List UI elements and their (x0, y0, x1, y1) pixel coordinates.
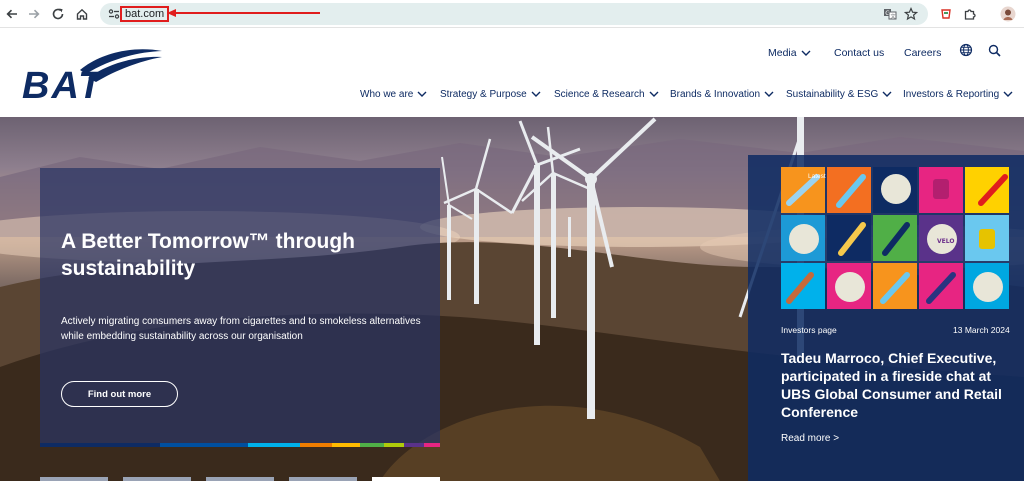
nav-investors-reporting[interactable]: Investors & Reporting (903, 86, 1013, 102)
nav-strategy-purpose-label: Strategy & Purpose (440, 88, 527, 100)
globe-icon[interactable] (958, 42, 974, 58)
browser-toolbar: bat.com G文 (0, 0, 1024, 28)
util-nav-contact[interactable]: Contact us (834, 45, 884, 61)
nav-who-we-are-label: Who we are (360, 88, 414, 100)
nav-science-research-label: Science & Research (554, 88, 645, 100)
extension-icon[interactable] (936, 4, 956, 24)
forward-icon[interactable] (24, 4, 44, 24)
carousel-indicator-3[interactable] (206, 477, 274, 481)
util-nav-media-label: Media (768, 47, 797, 59)
carousel-indicator-4[interactable] (289, 477, 357, 481)
chevron-down-icon (764, 91, 774, 97)
news-image-brand: VELO (937, 238, 954, 245)
url-text[interactable]: bat.com (120, 6, 170, 22)
util-nav-media[interactable]: Media (768, 45, 811, 61)
carousel-indicator-2[interactable] (123, 477, 191, 481)
site-info-icon[interactable] (107, 7, 121, 21)
news-date: 13 March 2024 (953, 325, 1010, 335)
nav-brands-innovation-label: Brands & Innovation (670, 88, 761, 100)
news-panel: VELO Latest Investors page 13 March 2024… (748, 155, 1024, 481)
back-icon[interactable] (2, 4, 22, 24)
carousel-indicator-5[interactable] (372, 477, 440, 481)
nav-science-research[interactable]: Science & Research (554, 86, 659, 102)
brand-color-bar (40, 443, 440, 447)
star-icon[interactable] (901, 4, 921, 24)
chevron-down-icon (649, 91, 659, 97)
puzzle-icon[interactable] (960, 4, 980, 24)
search-icon[interactable] (986, 42, 1002, 58)
logo-text: BAT (22, 65, 104, 100)
latest-tag: Latest (808, 173, 826, 180)
hero-banner: A Better Tomorrow™ through sustainabilit… (0, 117, 1024, 481)
nav-sustainability-esg-label: Sustainability & ESG (786, 88, 879, 100)
svg-text:文: 文 (891, 13, 896, 20)
translate-icon[interactable]: G文 (880, 4, 900, 24)
chevron-down-icon (801, 50, 811, 56)
chevron-down-icon (1003, 91, 1013, 97)
nav-brands-innovation[interactable]: Brands & Innovation (670, 86, 774, 102)
annotation-arrow (167, 9, 320, 17)
read-more-link[interactable]: Read more > (781, 433, 839, 444)
news-category: Investors page (781, 325, 837, 335)
nav-investors-reporting-label: Investors & Reporting (903, 88, 1000, 100)
home-icon[interactable] (72, 4, 92, 24)
util-nav-careers-label: Careers (904, 47, 942, 59)
bat-logo[interactable]: BAT (22, 48, 164, 107)
chevron-down-icon (531, 91, 541, 97)
hero-card: A Better Tomorrow™ through sustainabilit… (40, 168, 440, 447)
find-out-more-button[interactable]: Find out more (61, 381, 178, 407)
news-title[interactable]: Tadeu Marroco, Chief Executive, particip… (781, 349, 1021, 421)
chevron-down-icon (417, 91, 427, 97)
hero-title: A Better Tomorrow™ through sustainabilit… (61, 230, 355, 280)
util-nav-careers[interactable]: Careers (904, 45, 941, 61)
carousel-indicator-1[interactable] (40, 477, 108, 481)
news-image[interactable]: VELO Latest (781, 167, 1009, 311)
site-header: BAT Media Contact us Careers Who we are … (0, 28, 1024, 117)
nav-who-we-are[interactable]: Who we are (360, 86, 427, 102)
nav-strategy-purpose[interactable]: Strategy & Purpose (440, 86, 541, 102)
nav-sustainability-esg[interactable]: Sustainability & ESG (786, 86, 892, 102)
profile-avatar[interactable] (998, 4, 1018, 24)
util-nav-contact-label: Contact us (834, 47, 885, 59)
hero-body: Actively migrating consumers away from c… (61, 316, 421, 342)
reload-icon[interactable] (48, 4, 68, 24)
chevron-down-icon (882, 91, 892, 97)
